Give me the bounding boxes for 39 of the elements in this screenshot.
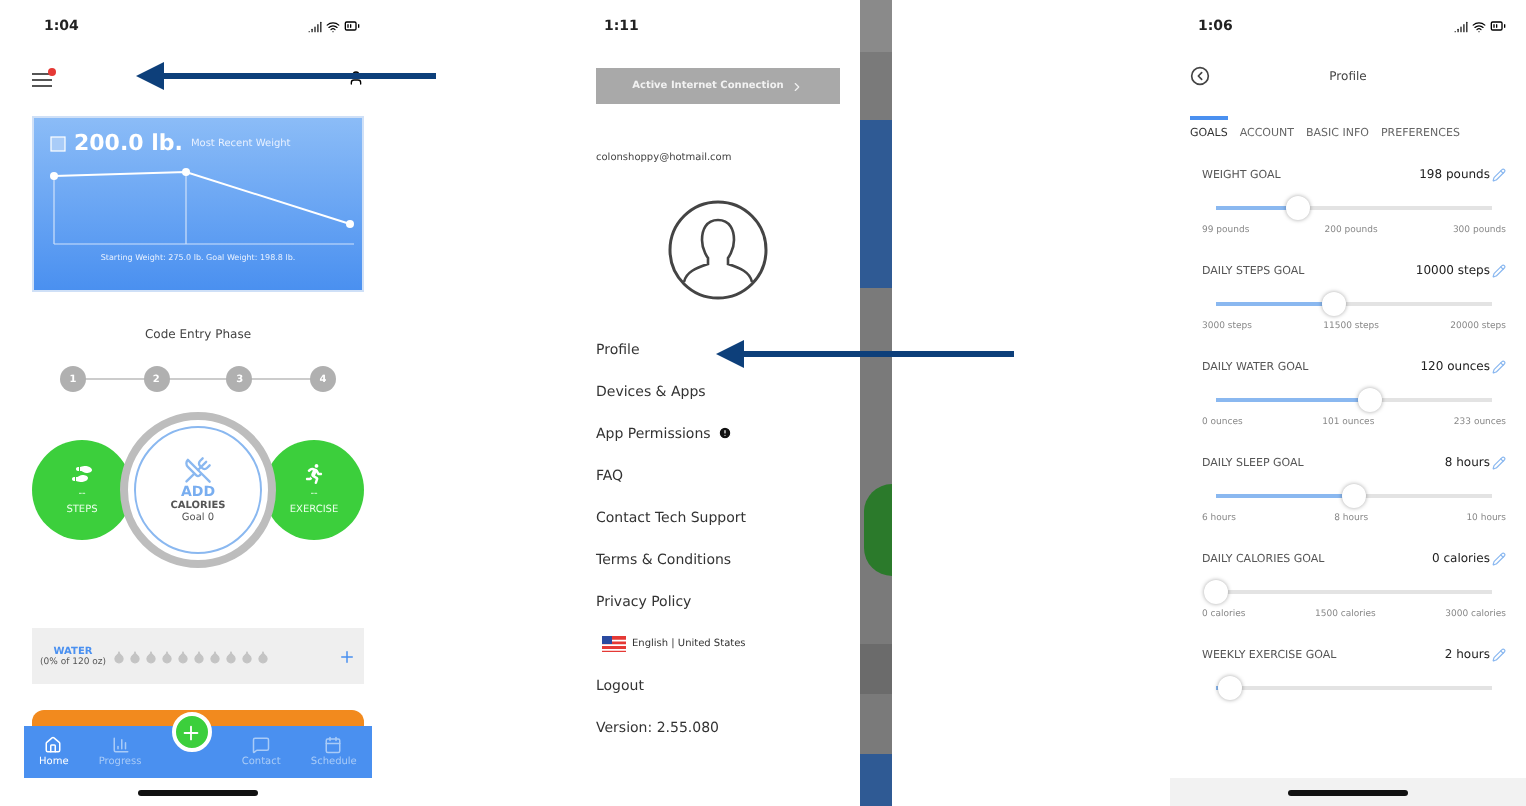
avatar-icon — [668, 200, 768, 300]
scale-icon — [50, 135, 66, 151]
edit-icon[interactable] — [1492, 552, 1506, 566]
add-button[interactable] — [171, 712, 212, 752]
wifi-icon — [1472, 19, 1486, 33]
home-icon — [44, 736, 63, 754]
edit-icon[interactable] — [1492, 264, 1506, 278]
slider-thumb[interactable] — [1358, 388, 1383, 412]
flag-icon — [602, 635, 626, 651]
add-icon[interactable] — [338, 647, 356, 665]
battery-icon — [344, 18, 360, 34]
slider-thumb[interactable] — [1217, 676, 1242, 700]
user-icon[interactable] — [348, 70, 364, 86]
footprints-icon — [72, 464, 92, 484]
slider-thumb[interactable] — [1204, 580, 1228, 604]
alert-icon — [718, 426, 733, 440]
edit-icon[interactable] — [1492, 456, 1506, 470]
menu-icon[interactable] — [32, 68, 56, 88]
edit-icon[interactable] — [1492, 648, 1506, 662]
home-indicator — [1288, 789, 1408, 795]
wifi-icon — [326, 19, 340, 33]
slider-thumb[interactable] — [1322, 292, 1347, 316]
home-indicator — [138, 789, 258, 795]
battery-icon — [1490, 18, 1506, 34]
utensils-icon — [184, 456, 212, 484]
edit-icon[interactable] — [1492, 360, 1506, 374]
edit-icon[interactable] — [1492, 168, 1506, 182]
weight-value: 200.0 lb. — [74, 130, 183, 156]
runner-icon — [304, 464, 324, 484]
chevron-icon — [789, 79, 804, 93]
bar-chart-icon — [111, 736, 130, 754]
chat-icon — [252, 736, 271, 754]
slider-thumb[interactable] — [1342, 484, 1366, 508]
signal-icon — [1454, 19, 1468, 33]
signal-icon — [308, 19, 322, 33]
slider-thumb[interactable] — [1286, 196, 1311, 220]
back-icon[interactable] — [1190, 66, 1210, 86]
calendar-icon — [324, 736, 343, 754]
plus-icon — [180, 721, 203, 743]
